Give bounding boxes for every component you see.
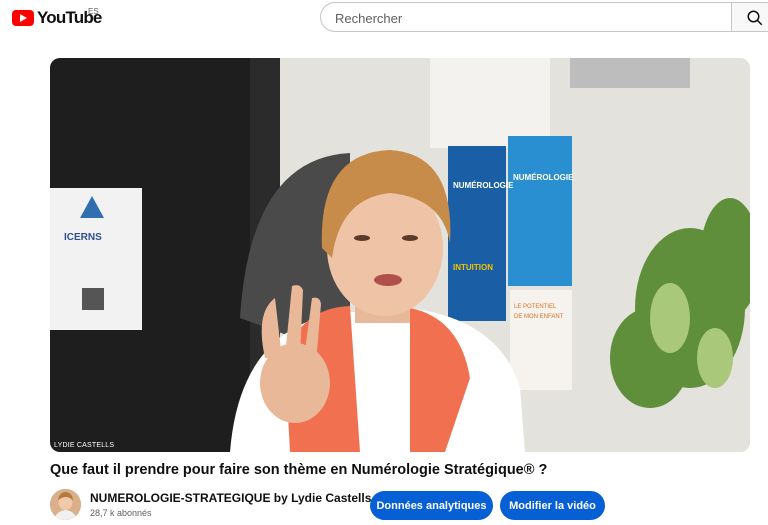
analytics-button[interactable]: Données analytiques xyxy=(370,491,493,520)
channel-name[interactable]: NUMEROLOGIE-STRATEGIQUE by Lydie Castell… xyxy=(90,491,371,505)
video-caption: LYDIE CASTELLS xyxy=(54,442,115,449)
search-input[interactable] xyxy=(333,3,727,33)
youtube-play-icon xyxy=(12,10,34,26)
avatar-image xyxy=(50,489,81,520)
edit-video-button[interactable]: Modifier la vidéo xyxy=(500,491,605,520)
channel-avatar[interactable] xyxy=(50,489,81,520)
search-box xyxy=(320,2,732,33)
poster-text: ICERNS xyxy=(64,232,102,243)
video-thumbnail: ICERNS NUMÉROLOGIE NUMÉROLOGIE INTUITION… xyxy=(50,58,750,452)
region-code: ES xyxy=(88,7,99,16)
svg-text:NUMÉROLOGIE: NUMÉROLOGIE xyxy=(513,173,574,182)
search-button[interactable] xyxy=(731,2,768,32)
svg-text:INTUITION: INTUITION xyxy=(453,263,493,272)
video-player[interactable]: ICERNS NUMÉROLOGIE NUMÉROLOGIE INTUITION… xyxy=(50,58,750,452)
search-icon xyxy=(747,10,763,26)
svg-text:NUMÉROLOGIE: NUMÉROLOGIE xyxy=(453,181,514,190)
video-title: Que faut il prendre pour faire son thème… xyxy=(50,462,548,478)
subscriber-count: 28,7 k abonnés xyxy=(90,508,152,518)
svg-text:LE POTENTIEL: LE POTENTIEL xyxy=(514,304,557,310)
svg-text:DE MON ENFANT: DE MON ENFANT xyxy=(514,314,564,320)
